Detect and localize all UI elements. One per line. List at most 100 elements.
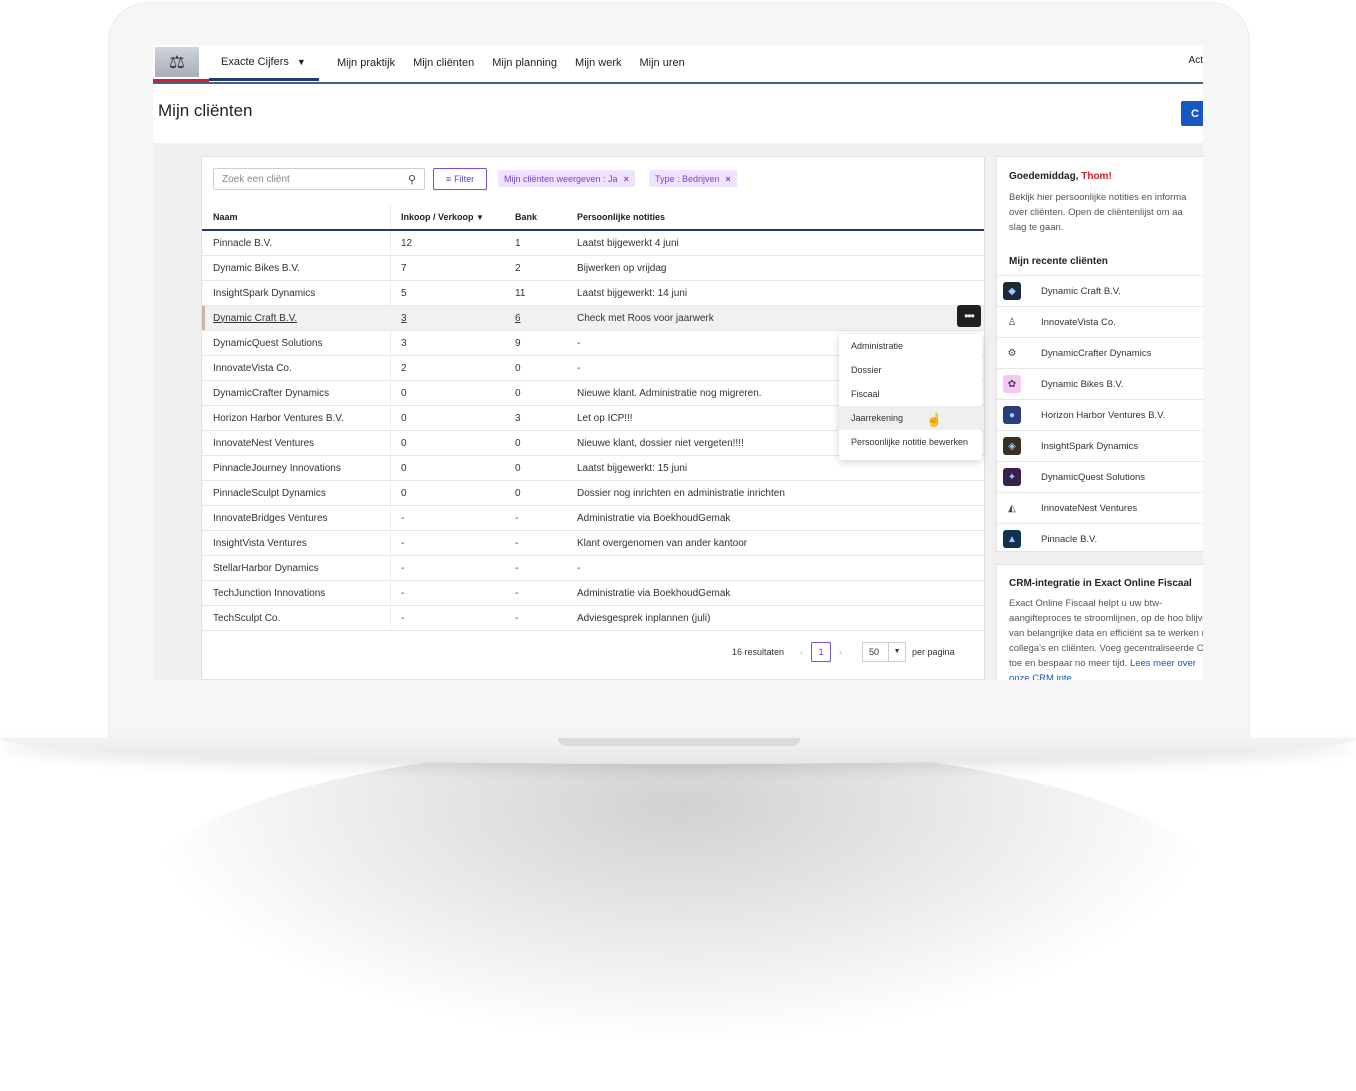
close-icon[interactable]: × (726, 174, 731, 184)
more-options-button[interactable]: ••• (957, 305, 981, 327)
cell-inkoop-verkoop: 5 (390, 280, 505, 306)
chip-label: Type : Bedrijven (655, 173, 720, 184)
table-row[interactable]: TechSculpt Co. - - Adviesgesprek inplannen … (202, 605, 984, 631)
cell-naam[interactable]: InsightVista Ventures (202, 530, 391, 556)
cell-bank: 9 (505, 330, 567, 356)
cell-naam[interactable]: StellarHarbor Dynamics (202, 555, 391, 581)
menu-mijn-praktijk[interactable]: Mijn praktijk (337, 57, 395, 69)
cell-notities: - (567, 555, 984, 581)
filter-button[interactable]: ≡ Filter (433, 168, 487, 190)
table-row[interactable]: InsightVista Ventures - - Klant overgenomen… (202, 530, 984, 556)
recent-client-item[interactable]: ✦ DynamicQuest Solutions (997, 461, 1203, 492)
recent-client-item[interactable]: ● Horizon Harbor Ventures B.V. (997, 399, 1203, 430)
recent-client-name: DynamicCrafter Dynamics (1041, 347, 1152, 359)
recent-clients-list: ◆ Dynamic Craft B.V. ♙ InnovateVista Co. ⚙ Dy… (997, 275, 1203, 554)
context-menu-item[interactable]: Persoonlijke notitie bewerken (839, 430, 982, 454)
recent-client-item[interactable]: ◈ InsightSpark Dynamics (997, 430, 1203, 461)
laptop-notch (558, 738, 800, 746)
context-menu-item[interactable]: Administratie (839, 334, 982, 358)
close-icon[interactable]: × (624, 174, 629, 184)
filter-chip-mijn-clienten[interactable]: Mijn cliënten weergeven : Ja × (498, 170, 635, 187)
table-row[interactable]: Dynamic Craft B.V. 3 6 Check met Roos voor … (202, 305, 984, 331)
cell-inkoop-verkoop: 3 (390, 330, 505, 356)
filter-chip-type[interactable]: Type : Bedrijven × (649, 170, 737, 187)
filter-label: Filter (454, 174, 475, 184)
search-input[interactable]: Zoek een cliënt ⚲ (213, 168, 425, 190)
context-menu-item[interactable]: Fiscaal (839, 382, 982, 406)
next-page-icon[interactable]: › (839, 647, 842, 657)
client-logo-icon: ● (1003, 406, 1021, 424)
cell-inkoop-verkoop: 0 (390, 455, 505, 481)
scales-logo-icon[interactable]: ⚖ (155, 47, 199, 77)
welcome-text: Bekijk hier persoonlijke notities en inf… (1009, 192, 1187, 233)
cell-bank: 0 (505, 355, 567, 381)
context-menu-item[interactable]: Dossier (839, 358, 982, 382)
cell-naam[interactable]: InnovateNest Ventures (202, 430, 391, 456)
cell-naam[interactable]: Dynamic Bikes B.V. (202, 255, 391, 281)
page-title: Mijn cliënten (158, 101, 253, 120)
menu-mijn-clienten[interactable]: Mijn cliënten (413, 57, 474, 69)
recent-client-item[interactable]: ▲ Pinnacle B.V. (997, 523, 1203, 554)
menu-mijn-planning[interactable]: Mijn planning (492, 57, 557, 69)
client-logo-icon: ◆ (1003, 282, 1021, 300)
column-header-bank[interactable]: Bank (505, 205, 567, 231)
table-header-row: Naam Inkoop / Verkoop ▼ Bank Persoonlijk… (202, 205, 984, 231)
user-name: Thom! (1081, 171, 1112, 182)
recent-client-item[interactable]: ◭ InnovateNest Ventures (997, 492, 1203, 523)
nav-right-link[interactable]: Act (1189, 55, 1203, 66)
filter-icon: ≡ (445, 174, 452, 184)
cell-naam[interactable]: InsightSpark Dynamics (202, 280, 391, 306)
page-size-value: 50 (869, 647, 880, 657)
cell-naam[interactable]: InnovateVista Co. (202, 355, 391, 381)
table-row[interactable]: InnovateBridges Ventures - - Administratie … (202, 505, 984, 531)
client-logo-icon: ✦ (1003, 468, 1021, 486)
search-icon[interactable]: ⚲ (408, 173, 416, 186)
recent-client-item[interactable]: ♙ InnovateVista Co. (997, 306, 1203, 337)
table-row[interactable]: InsightSpark Dynamics 5 11 Laatst bijgewerk… (202, 280, 984, 306)
prev-page-icon[interactable]: ‹ (800, 647, 803, 657)
cell-inkoop-verkoop: 3 (390, 305, 505, 331)
cell-naam[interactable]: InnovateBridges Ventures (202, 505, 391, 531)
recent-client-item[interactable]: ◆ Dynamic Craft B.V. (997, 275, 1203, 306)
recent-clients-title: Mijn recente cliënten (1009, 256, 1108, 267)
menu-mijn-werk[interactable]: Mijn werk (575, 57, 621, 69)
cell-naam[interactable]: PinnacleSculpt Dynamics (202, 480, 391, 506)
header-label: Inkoop / Verkoop (401, 212, 474, 222)
table-row[interactable]: Dynamic Bikes B.V. 7 2 Bijwerken op vrijdag (202, 255, 984, 281)
company-switcher[interactable]: Exacte Cijfers ▼ (209, 45, 319, 81)
cell-bank: 0 (505, 455, 567, 481)
cell-naam[interactable]: TechJunction Innovations (202, 580, 391, 606)
primary-action-button[interactable]: C (1181, 101, 1203, 126)
crm-text: Exact Online Fiscaal helpt u uw btw-aang… (1009, 596, 1203, 680)
context-menu-item[interactable]: Jaarrekening (839, 406, 982, 430)
menu-mijn-uren[interactable]: Mijn uren (640, 57, 685, 69)
recent-client-item[interactable]: ⚙ DynamicCrafter Dynamics (997, 337, 1203, 368)
column-header-inkoop-verkoop[interactable]: Inkoop / Verkoop ▼ (390, 205, 505, 231)
table-row[interactable]: StellarHarbor Dynamics - - - (202, 555, 984, 581)
cell-bank: - (505, 505, 567, 531)
table-row[interactable]: PinnacleSculpt Dynamics 0 0 Dossier nog inr… (202, 480, 984, 506)
cell-naam[interactable]: Dynamic Craft B.V. (202, 305, 391, 331)
cell-bank: 0 (505, 380, 567, 406)
table-row[interactable]: TechJunction Innovations - - Administratie … (202, 580, 984, 606)
welcome-panel: Goedemiddag, Thom! Bekijk hier persoonli… (996, 156, 1203, 552)
search-placeholder: Zoek een cliënt (222, 173, 290, 185)
recent-client-item[interactable]: ✿ Dynamic Bikes B.V. (997, 368, 1203, 399)
page-size-select[interactable]: 50 ▼ (862, 642, 907, 662)
column-header-notities[interactable]: Persoonlijke notities (567, 205, 984, 231)
cell-bank: 11 (505, 280, 567, 306)
recent-client-name: InnovateNest Ventures (1041, 502, 1138, 514)
column-header-naam[interactable]: Naam (202, 205, 391, 231)
cell-naam[interactable]: PinnacleJourney Innovations (202, 455, 391, 481)
table-row[interactable]: Pinnacle B.V. 12 1 Laatst bijgewerkt 4 juni (202, 230, 984, 256)
cell-naam[interactable]: Pinnacle B.V. (202, 230, 391, 256)
cell-naam[interactable]: TechSculpt Co. (202, 605, 391, 631)
cell-naam[interactable]: DynamicQuest Solutions (202, 330, 391, 356)
app-screen: ⚖ Exacte Cijfers ▼ Mijn praktijk Mijn cl… (153, 45, 1203, 680)
cell-inkoop-verkoop: 2 (390, 355, 505, 381)
cell-naam[interactable]: Horizon Harbor Ventures B.V. (202, 405, 391, 431)
logo-accent-bar (153, 79, 209, 82)
page-number-button[interactable]: 1 (811, 642, 832, 662)
cell-inkoop-verkoop: 7 (390, 255, 505, 281)
cell-naam[interactable]: DynamicCrafter Dynamics (202, 380, 391, 406)
